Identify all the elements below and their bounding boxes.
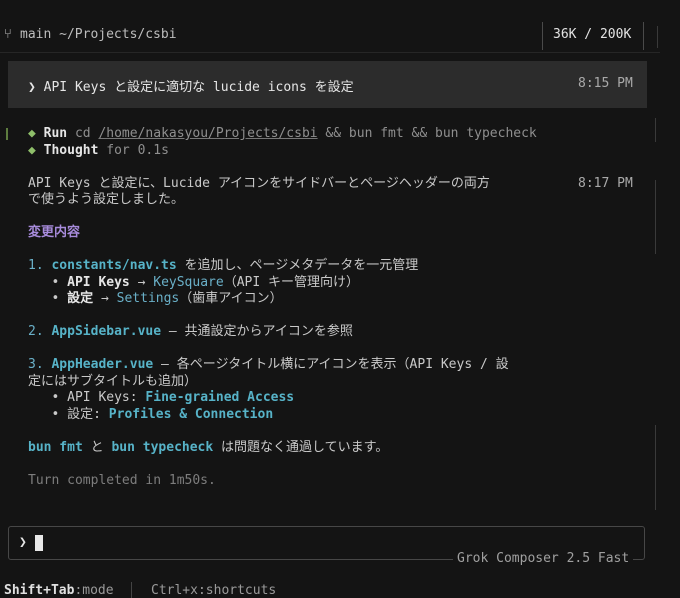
scroll-guide [655, 180, 656, 254]
divider [0, 52, 660, 53]
sub-item-label: 設定: [67, 406, 109, 422]
sub-item: • 設定: Profiles & Connection [28, 406, 274, 422]
summary-line: bun fmt と bun typecheck は問題なく通過しています。 [28, 440, 638, 457]
icon-name: KeySquare [153, 274, 224, 290]
item-desc: — 各ページタイトル横にアイコンを表示（API Keys / 設 [153, 357, 509, 372]
diamond-icon: ◆ [28, 142, 36, 158]
subtitle-value: Fine-grained Access [145, 390, 295, 405]
user-prompt-time: 8:15 PM [578, 76, 633, 91]
run-label: Run [43, 126, 68, 141]
model-selector[interactable]: Grok Composer 2.5 Fast [453, 551, 634, 566]
list-number: 2. [28, 324, 44, 339]
footer-divider [131, 582, 132, 598]
text-cursor [35, 535, 43, 551]
sub-item: • API Keys → KeySquare（API キー管理向け） [28, 274, 360, 290]
user-prompt-text: ❯ API Keys と設定に適切な lucide icons を設定 [28, 80, 354, 95]
message-marker [6, 128, 11, 140]
intro-line-2: で使うよう設定しました。 [28, 192, 185, 207]
sub-item-label: API Keys: [67, 390, 146, 405]
run-line: ◆ Run cd /home/nakasyou/Projects/csbi &&… [28, 126, 638, 143]
git-branch-icon: ⑂ [4, 27, 12, 42]
sub-item: • 設定 → Settings（歯車アイコン） [28, 291, 283, 306]
sub-item: • API Keys: Fine-grained Access [28, 390, 295, 405]
file-name: constants/nav.ts [51, 258, 177, 273]
sub-item-label: API Keys [67, 274, 130, 290]
run-cmd-suffix: && bun fmt && bun typecheck [317, 126, 537, 141]
thought-duration: for 0.1s [106, 142, 169, 158]
file-name: AppHeader.vue [51, 357, 154, 372]
sub-item-note: （歯車アイコン） [179, 291, 283, 306]
footer-mode-hint: Shift+Tab:mode [4, 583, 114, 598]
scroll-guide [655, 425, 656, 510]
command-name: bun fmt [28, 439, 83, 455]
shortcut-desc: :mode [74, 583, 114, 598]
list-item-3-cont: 定にはサブタイトルも追加） [28, 373, 198, 389]
shortcut-key: Shift+Tab [4, 583, 75, 598]
arrow: → [93, 291, 117, 306]
thought-label: Thought [43, 142, 99, 158]
scroll-guide [655, 118, 656, 142]
thought-line[interactable]: ◆ Thought for 0.1s [28, 143, 638, 160]
summary-text: は問題なく通過しています。 [213, 439, 389, 455]
shortcut-key: Ctrl+x [151, 583, 198, 598]
diamond-icon: ◆ [28, 126, 36, 141]
shortcut-desc: :shortcuts [197, 583, 277, 598]
footer-shortcuts-hint: Ctrl+x:shortcuts [151, 583, 276, 598]
list-number: 1. [28, 258, 44, 273]
list-item-3: 3. AppHeader.vue — 各ページタイトル横にアイコンを表示（API… [28, 357, 638, 374]
sub-item-label: 設定 [67, 291, 94, 306]
file-name: AppSidebar.vue [51, 324, 162, 339]
assistant-response: ◆ Run cd /home/nakasyou/Projects/csbi &&… [28, 126, 638, 489]
intro-line-1: API Keys と設定に、Lucide アイコンをサイドバーとページヘッダーの… [28, 175, 490, 191]
prompt-chevron-icon: ❯ [19, 535, 27, 550]
subtitle-value: Profiles & Connection [108, 406, 274, 422]
summary-and: と [82, 439, 112, 455]
turn-status: Turn completed in 1m50s. [28, 472, 216, 488]
token-counter: 36K / 200K [553, 27, 632, 42]
run-cmd-prefix: cd [74, 126, 99, 141]
list-item-2: 2. AppSidebar.vue — 共通設定からアイコンを参照 [28, 324, 638, 341]
item-desc: を追加し、ページメタデータを一元管理 [176, 258, 419, 273]
item-desc: — 共通設定からアイコンを参照 [161, 324, 353, 339]
scroll-guide [657, 26, 658, 48]
list-item-1: 1. constants/nav.ts を追加し、ページメタデータを一元管理 [28, 258, 638, 275]
list-number: 3. [28, 357, 44, 372]
sub-item-note: （API キー管理向け） [223, 274, 360, 290]
run-path-link[interactable]: /home/nakasyou/Projects/csbi [98, 126, 317, 141]
icon-name: Settings [116, 291, 180, 306]
command-name: bun typecheck [111, 439, 214, 455]
section-heading: 変更内容 [28, 225, 81, 240]
arrow: → [129, 274, 154, 290]
branch-path: main ~/Projects/csbi [20, 27, 177, 42]
